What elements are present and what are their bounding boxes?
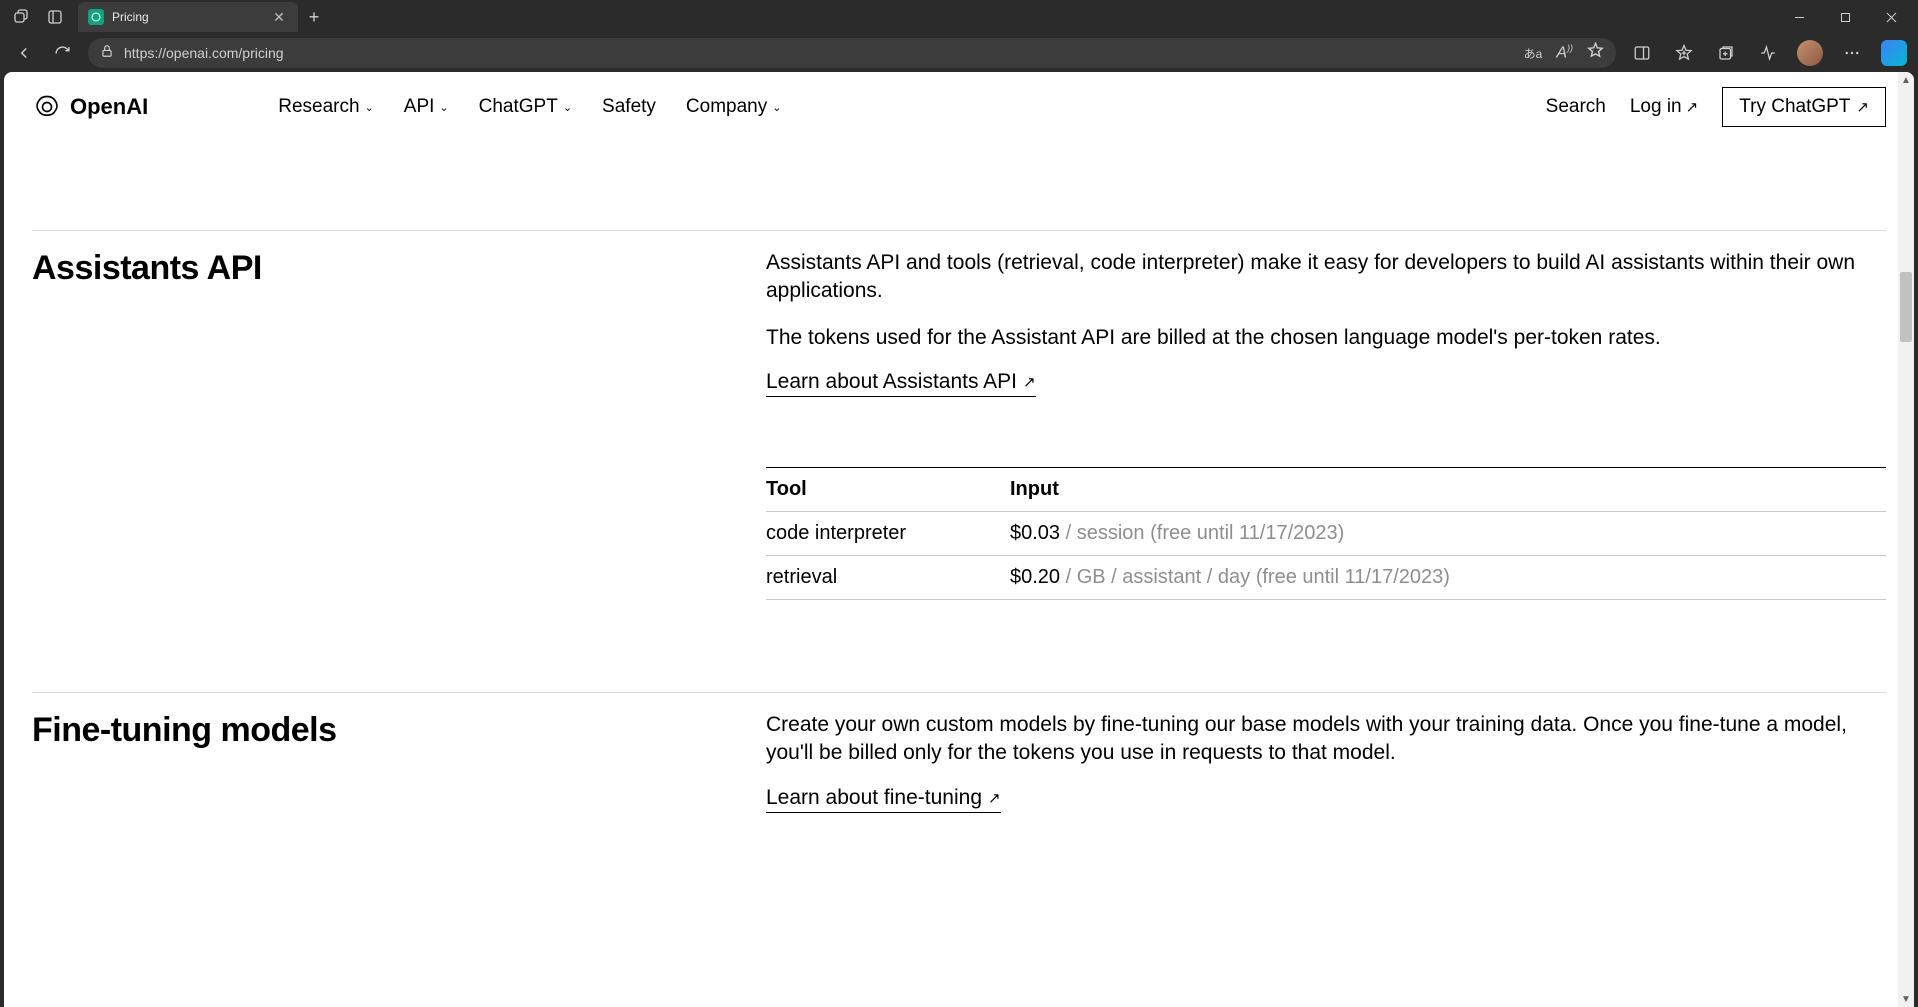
td-tool: retrieval [766, 566, 1010, 589]
chevron-down-icon: ⌄ [772, 101, 781, 114]
browser-chrome: Pricing ✕ + https://openai.com/pricing あ… [0, 0, 1918, 72]
nav-safety[interactable]: Safety [602, 96, 656, 118]
main-nav: Research⌄ API⌄ ChatGPT⌄ Safety Company⌄ [278, 96, 781, 118]
search-link[interactable]: Search [1546, 96, 1606, 118]
chevron-down-icon: ⌄ [563, 101, 572, 114]
collections-icon[interactable] [1708, 37, 1744, 69]
tab-actions-icon[interactable] [4, 0, 38, 34]
brand-name: OpenAI [70, 94, 148, 120]
nav-company[interactable]: Company⌄ [686, 96, 782, 118]
lock-icon [100, 44, 114, 63]
learn-finetune-link[interactable]: Learn about fine-tuning↗ [766, 786, 1001, 813]
td-price: $0.03 / session (free until 11/17/2023) [1010, 522, 1886, 545]
login-link[interactable]: Log in↗ [1630, 96, 1698, 118]
external-arrow-icon: ↗ [988, 789, 1001, 807]
vertical-scrollbar[interactable]: ▲ ▼ [1898, 72, 1914, 1007]
learn-assistants-link[interactable]: Learn about Assistants API↗ [766, 370, 1036, 397]
nav-chatgpt[interactable]: ChatGPT⌄ [479, 96, 572, 118]
refresh-button[interactable] [44, 37, 80, 69]
external-arrow-icon: ↗ [1856, 98, 1869, 116]
page-viewport: OpenAI Research⌄ API⌄ ChatGPT⌄ Safety Co… [4, 72, 1914, 1007]
back-button[interactable] [6, 37, 42, 69]
assistants-desc-2: The tokens used for the Assistant API ar… [766, 324, 1886, 352]
url-text: https://openai.com/pricing [124, 45, 284, 61]
profile-avatar[interactable] [1792, 37, 1828, 69]
finetune-section: Fine-tuning models Create your own custo… [32, 693, 1886, 813]
assistants-desc-1: Assistants API and tools (retrieval, cod… [766, 249, 1886, 306]
titlebar: Pricing ✕ + [0, 0, 1918, 34]
brand-logo[interactable]: OpenAI [32, 92, 148, 122]
th-tool: Tool [766, 478, 1010, 501]
close-button[interactable] [1868, 0, 1914, 34]
assistants-title: Assistants API [32, 249, 766, 288]
maximize-button[interactable] [1822, 0, 1868, 34]
minimize-button[interactable] [1776, 0, 1822, 34]
favorite-icon[interactable] [1587, 42, 1604, 64]
table-row: retrieval $0.20 / GB / assistant / day (… [766, 555, 1886, 600]
header-right: Search Log in↗ Try ChatGPT↗ [1546, 87, 1886, 127]
nav-api[interactable]: API⌄ [404, 96, 449, 118]
td-tool: code interpreter [766, 522, 1010, 545]
table-header-row: Tool Input [766, 467, 1886, 511]
browser-tab[interactable]: Pricing ✕ [78, 2, 298, 32]
address-bar[interactable]: https://openai.com/pricing あa A)) [88, 38, 1616, 68]
chevron-down-icon: ⌄ [365, 101, 374, 114]
finetune-title: Fine-tuning models [32, 711, 766, 750]
finetune-desc: Create your own custom models by fine-tu… [766, 711, 1886, 768]
assistants-price-table: Tool Input code interpreter $0.03 / sess… [766, 467, 1886, 600]
try-chatgpt-button[interactable]: Try ChatGPT↗ [1722, 87, 1886, 127]
new-tab-button[interactable]: + [298, 7, 330, 28]
scroll-thumb[interactable] [1900, 272, 1912, 342]
td-price: $0.20 / GB / assistant / day (free until… [1010, 566, 1886, 589]
table-row: code interpreter $0.03 / session (free u… [766, 511, 1886, 555]
address-bar-row: https://openai.com/pricing あa A)) [0, 34, 1918, 72]
tab-title: Pricing [112, 10, 270, 24]
site-header: OpenAI Research⌄ API⌄ ChatGPT⌄ Safety Co… [4, 72, 1914, 142]
performance-icon[interactable] [1750, 37, 1786, 69]
tab-close-button[interactable]: ✕ [270, 9, 288, 26]
scroll-up-arrow[interactable]: ▲ [1898, 72, 1914, 88]
openai-logo-icon [32, 92, 62, 122]
site-favicon [88, 9, 104, 25]
more-icon[interactable] [1834, 37, 1870, 69]
copilot-icon[interactable] [1876, 37, 1912, 69]
workspaces-icon[interactable] [38, 0, 72, 34]
nav-research[interactable]: Research⌄ [278, 96, 374, 118]
th-input: Input [1010, 478, 1886, 501]
split-screen-icon[interactable] [1624, 37, 1660, 69]
favorites-icon[interactable] [1666, 37, 1702, 69]
assistants-section: Assistants API Assistants API and tools … [32, 231, 1886, 600]
read-aloud-icon[interactable]: A)) [1556, 43, 1573, 62]
window-controls [1776, 0, 1914, 34]
external-arrow-icon: ↗ [1023, 373, 1036, 391]
translate-icon[interactable]: あa [1524, 45, 1543, 62]
scroll-down-arrow[interactable]: ▼ [1898, 991, 1914, 1007]
external-arrow-icon: ↗ [1686, 98, 1699, 116]
chevron-down-icon: ⌄ [439, 101, 448, 114]
